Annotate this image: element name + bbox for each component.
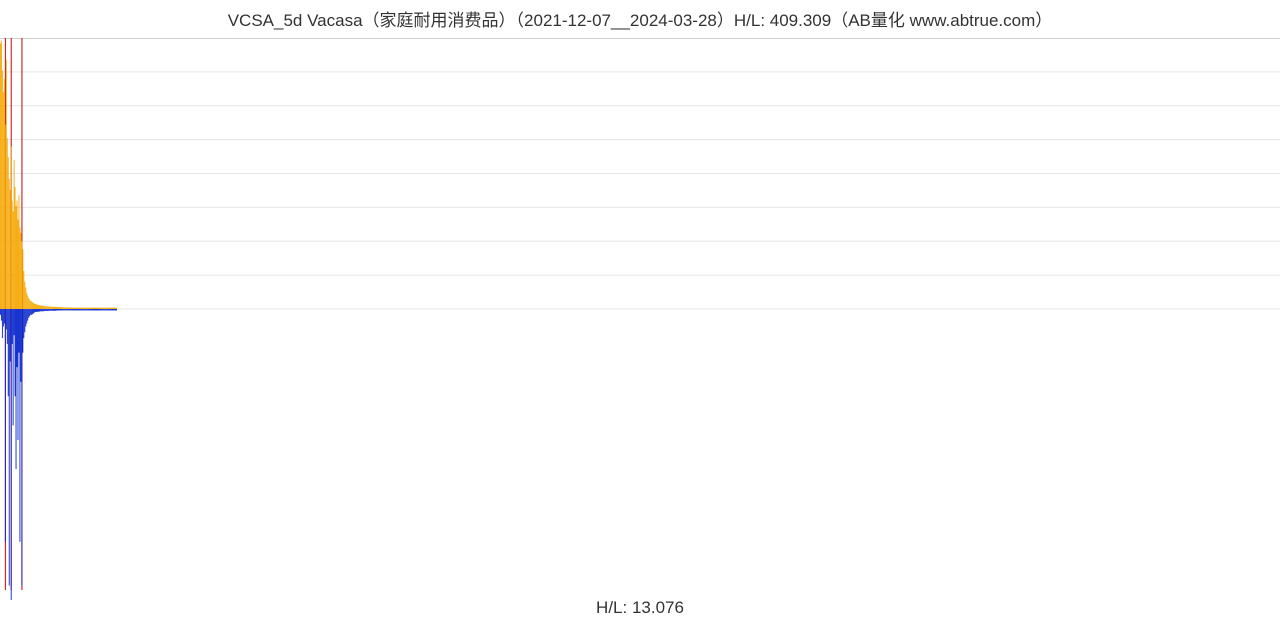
chart-title: VCSA_5d Vacasa（家庭耐用消费品）（2021-12-07__2024…: [0, 6, 1280, 31]
chart-svg: [0, 38, 1280, 600]
chart-area: [0, 38, 1280, 600]
chart-footer-label: H/L: 13.076: [0, 598, 1280, 618]
